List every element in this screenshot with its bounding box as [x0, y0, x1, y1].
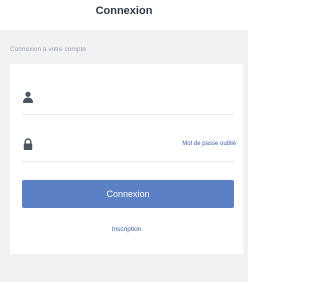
login-card: Mot de passe oublié Connexion Inscriptio…	[10, 64, 243, 254]
title-bar: Connexion	[0, 0, 248, 30]
username-field[interactable]	[22, 80, 234, 115]
section-label: Connexion à votre compte	[10, 46, 86, 53]
forgot-password-link[interactable]: Mot de passe oublié	[182, 141, 236, 147]
login-screen: Connexion Connexion à votre compte Mot d…	[0, 0, 248, 282]
user-icon	[23, 91, 33, 103]
login-button[interactable]: Connexion	[22, 180, 234, 208]
lock-icon	[23, 138, 33, 150]
password-field[interactable]: Mot de passe oublié	[22, 127, 236, 162]
page-title: Connexion	[95, 5, 153, 17]
signup-link[interactable]: Inscription	[10, 226, 243, 233]
